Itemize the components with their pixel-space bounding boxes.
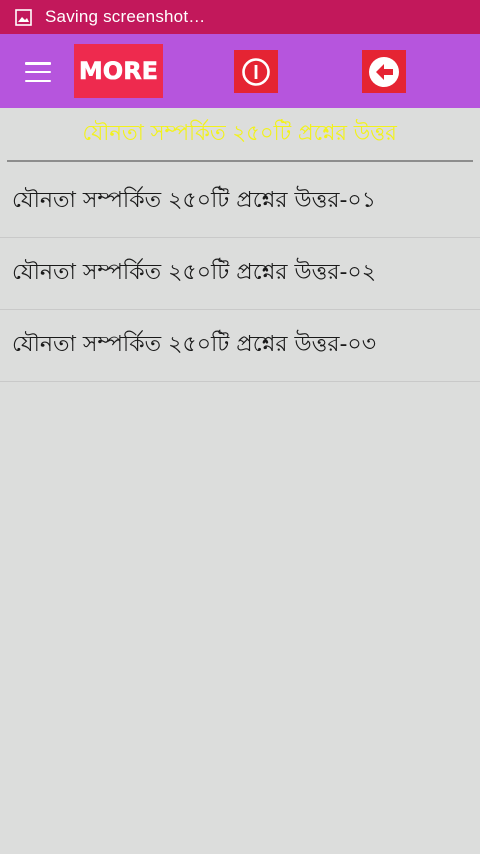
status-bar: Saving screenshot… [0,0,480,34]
hamburger-menu-icon [25,62,51,65]
back-arrow-icon [369,56,399,87]
app-bar: MORE [0,34,480,108]
back-button[interactable] [362,50,406,93]
page-title: যৌনতা সম্পর্কিত ২৫০টি প্রশ্নের উত্তর [82,120,398,146]
power-button[interactable] [234,50,278,93]
list-item[interactable]: যৌনতা সম্পর্কিত ২৫০টি প্রশ্নের উত্তর-০১ [0,166,480,238]
list-item[interactable]: যৌনতা সম্পর্কিত ২৫০টি প্রশ্নের উত্তর-০৩ [0,310,480,382]
list-item[interactable]: যৌনতা সম্পর্কিত ২৫০টি প্রশ্নের উত্তর-০২ [0,238,480,310]
header-divider [7,160,473,162]
more-label: MORE [78,57,159,86]
power-icon [242,57,270,86]
list-item-label: যৌনতা সম্পর্কিত ২৫০টি প্রশ্নের উত্তর-০২ [12,260,376,285]
status-text: Saving screenshot… [45,7,206,26]
list-item-label: যৌনতা সম্পর্কিত ২৫০টি প্রশ্নের উত্তর-০৩ [12,332,376,357]
chapter-list: যৌনতা সম্পর্কিত ২৫০টি প্রশ্নের উত্তর-০১ … [0,166,480,382]
list-item-label: যৌনতা সম্পর্কিত ২৫০টি প্রশ্নের উত্তর-০১ [12,188,376,213]
hamburger-line [25,79,51,82]
image-icon [15,8,32,26]
menu-button[interactable] [20,58,56,86]
hamburger-line [25,70,51,74]
more-button[interactable]: MORE [74,44,163,98]
header-band: যৌনতা সম্পর্কিত ২৫০টি প্রশ্নের উত্তর [0,108,480,160]
